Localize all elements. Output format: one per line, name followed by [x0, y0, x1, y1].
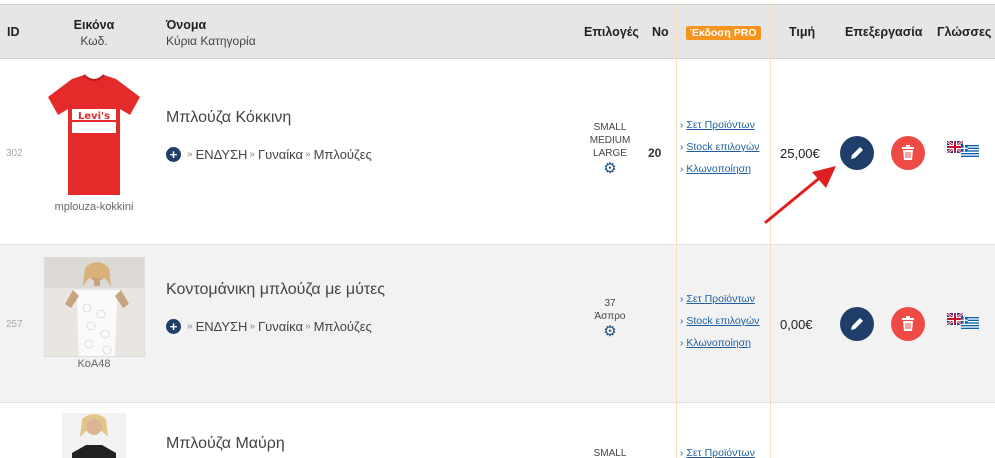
table-row: Μπλούζα Μαύρη SMALL › Σετ Προϊόντων — [0, 403, 995, 458]
trash-icon — [902, 145, 914, 160]
product-name[interactable]: Κοντομάνικη μπλούζα με μύτες — [166, 281, 385, 299]
header-options[interactable]: Επιλογές — [584, 25, 639, 39]
product-set-link[interactable]: Σετ Προϊόντων — [686, 119, 755, 131]
table-row: 302 Levi's mplouza-kokkini Μπλούζα Κόκκι… — [0, 59, 995, 245]
header-image[interactable]: Εικόνα Κωδ. — [62, 18, 126, 48]
product-category-path: + » ΕΝΔΥΣΗ » Γυναίκα » Μπλούζες — [166, 147, 372, 162]
product-options: 37 Άσπρο ⚙ — [580, 297, 640, 339]
category-crumb[interactable]: Μπλούζες — [314, 319, 372, 334]
black-tshirt-image — [62, 413, 126, 458]
pro-links: › Σετ Προϊόντων — [680, 447, 755, 458]
pro-column-border-right — [770, 4, 771, 458]
table-header: ID Εικόνα Κωδ. Όνομα Κύρια Κατηγορία Επι… — [0, 5, 995, 59]
pro-column-border-left — [676, 4, 677, 458]
category-crumb[interactable]: Γυναίκα — [258, 319, 303, 334]
svg-text:Levi's: Levi's — [78, 111, 110, 122]
gear-icon[interactable]: ⚙ — [580, 324, 640, 339]
category-crumb[interactable]: ΕΝΔΥΣΗ — [196, 147, 248, 162]
header-name[interactable]: Όνομα Κύρια Κατηγορία — [166, 18, 256, 48]
option-value: MEDIUM — [589, 135, 631, 146]
greece-flag-icon[interactable] — [961, 145, 979, 157]
edit-button[interactable] — [840, 307, 874, 341]
product-name[interactable]: Μπλούζα Κόκκινη — [166, 109, 291, 127]
product-price: 0,00€ — [780, 317, 813, 332]
chevron-right-icon: » — [305, 321, 311, 332]
product-category-path: + » ΕΝΔΥΣΗ » Γυναίκα » Μπλούζες — [166, 319, 372, 334]
gear-icon[interactable]: ⚙ — [580, 161, 640, 176]
product-set-link[interactable]: Σετ Προϊόντων — [686, 447, 755, 458]
chevron-right-icon: » — [249, 321, 255, 332]
edit-button[interactable] — [840, 136, 874, 170]
table-row: 257 ΚοΑ48 Κοντομάνικη μπλούζα με μύτες + — [0, 245, 995, 403]
pro-links: › Σετ Προϊόντων › Stock επιλογών › Κλωνοποί… — [680, 119, 759, 185]
product-price: 25,00€ — [780, 146, 820, 161]
stock-options-link[interactable]: Stock επιλογών — [686, 315, 759, 327]
chevron-right-icon: › — [680, 316, 684, 327]
product-name[interactable]: Μπλούζα Μαύρη — [166, 435, 285, 453]
clone-link[interactable]: Κλωνοποίηση — [686, 163, 751, 175]
pencil-icon — [851, 318, 863, 330]
product-code: ΚοΑ48 — [77, 358, 111, 370]
header-edit: Επεξεργασία — [845, 25, 923, 39]
option-value: Άσπρο — [594, 311, 626, 322]
product-options: SMALL MEDIUM LARGE ⚙ — [580, 121, 640, 176]
pencil-icon — [851, 147, 863, 159]
white-lace-dress-image — [45, 258, 144, 356]
clone-link[interactable]: Κλωνοποίηση — [686, 337, 751, 349]
category-crumb[interactable]: Μπλούζες — [314, 147, 372, 162]
chevron-right-icon: » — [187, 149, 193, 160]
chevron-right-icon: › — [680, 142, 684, 153]
greece-flag-icon[interactable] — [961, 317, 979, 329]
plus-circle-icon[interactable]: + — [166, 319, 181, 334]
trash-icon — [902, 316, 914, 331]
product-options: SMALL — [580, 447, 640, 458]
header-image-label: Εικόνα — [73, 18, 115, 32]
product-thumbnail[interactable]: Levi's — [44, 71, 144, 199]
header-name-label: Όνομα — [166, 18, 207, 32]
product-thumbnail[interactable] — [44, 257, 145, 357]
option-value: 37 — [604, 298, 616, 309]
option-value: SMALL — [593, 448, 627, 458]
product-thumbnail[interactable] — [62, 413, 126, 458]
language-flags — [947, 313, 979, 329]
product-code: mplouza-kokkini — [54, 201, 134, 213]
header-name-sub: Κύρια Κατηγορία — [166, 34, 256, 48]
category-crumb[interactable]: Γυναίκα — [258, 147, 303, 162]
header-languages: Γλώσσες — [937, 25, 992, 39]
chevron-right-icon: » — [305, 149, 311, 160]
delete-button[interactable] — [891, 307, 925, 341]
chevron-right-icon: › — [680, 164, 684, 175]
product-id: 302 — [6, 148, 23, 159]
language-flags — [947, 141, 979, 157]
product-set-link[interactable]: Σετ Προϊόντων — [686, 293, 755, 305]
option-value: LARGE — [593, 148, 627, 159]
header-id[interactable]: ID — [7, 25, 20, 39]
pro-version-badge[interactable]: Έκδοση PRO — [686, 26, 761, 40]
stock-options-link[interactable]: Stock επιλογών — [686, 141, 759, 153]
chevron-right-icon: » — [187, 321, 193, 332]
annotation-arrow — [764, 166, 836, 224]
products-table: ID Εικόνα Κωδ. Όνομα Κύρια Κατηγορία Επι… — [0, 4, 995, 458]
header-image-sub: Κωδ. — [80, 34, 108, 48]
chevron-right-icon: › — [680, 294, 684, 305]
pro-links: › Σετ Προϊόντων › Stock επιλογών › Κλωνοποί… — [680, 293, 759, 359]
chevron-right-icon: › — [680, 338, 684, 349]
red-tshirt-image: Levi's — [48, 74, 140, 195]
product-quantity: 20 — [648, 146, 662, 160]
category-crumb[interactable]: ΕΝΔΥΣΗ — [196, 319, 248, 334]
plus-circle-icon[interactable]: + — [166, 147, 181, 162]
product-id: 257 — [6, 319, 23, 330]
chevron-right-icon: » — [249, 149, 255, 160]
delete-button[interactable] — [891, 136, 925, 170]
option-value: SMALL — [593, 122, 627, 133]
chevron-right-icon: › — [680, 448, 684, 458]
header-qty[interactable]: Νο — [652, 25, 669, 39]
header-price[interactable]: Τιμή — [789, 25, 815, 39]
chevron-right-icon: › — [680, 120, 684, 131]
